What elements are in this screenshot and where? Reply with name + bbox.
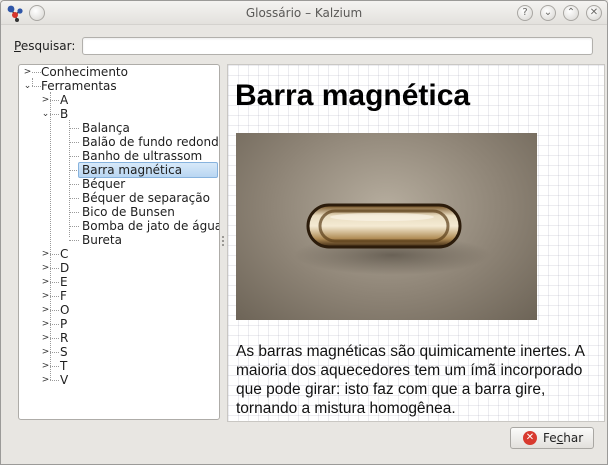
tree-connector [50, 380, 59, 381]
tree-item-b[interactable]: Banho de ultrassom [80, 149, 204, 163]
chevron-right-icon[interactable]: > [41, 331, 50, 345]
tree-connector [50, 352, 59, 353]
close-circle-icon: ✕ [523, 431, 537, 445]
tree-connector [69, 128, 79, 129]
chevron-down-icon[interactable]: ⌄ [41, 107, 50, 121]
tree-connector [69, 226, 79, 227]
chevron-right-icon[interactable]: > [41, 261, 50, 275]
tree-connector [50, 100, 59, 101]
tree-item-letter[interactable]: F [60, 289, 67, 303]
tree-guide-line [32, 78, 33, 86]
tree-connector [50, 254, 59, 255]
tree-connector [50, 310, 59, 311]
tree-item-b[interactable]: Béquer de separação [80, 191, 212, 205]
splitter-handle[interactable] [222, 236, 225, 248]
tree-item-letter[interactable]: R [60, 331, 68, 345]
chevron-right-icon[interactable]: > [41, 93, 50, 107]
magnetic-stir-bar-image [236, 133, 537, 320]
tree-item-conhecimento[interactable]: Conhecimento [41, 65, 128, 79]
tree-connector [50, 296, 59, 297]
tree-item-b[interactable]: Balança [80, 121, 132, 135]
tree-item-b[interactable]: Balão de fundo redondo [80, 135, 219, 149]
search-label: Pesquisar: [14, 39, 75, 53]
tree-connector [69, 184, 79, 185]
tree-item-b[interactable]: Béquer [80, 177, 127, 191]
minimize-button[interactable]: ⌄ [540, 5, 556, 21]
chevron-right-icon[interactable]: > [41, 247, 50, 261]
tree-item-letter[interactable]: P [60, 317, 67, 331]
search-input[interactable] [82, 37, 593, 55]
tree-item-letter[interactable]: T [60, 359, 67, 373]
maximize-button[interactable]: ⌃ [563, 5, 579, 21]
tree-guide-line [50, 92, 51, 380]
tree-guide-line [69, 120, 70, 237]
tree-connector [32, 72, 41, 73]
tree-connector [50, 324, 59, 325]
search-label-rest: esquisar: [20, 39, 76, 53]
glossary-window: Glossário – Kalzium ? ⌄ ⌃ ✕ Pesquisar: >… [0, 0, 608, 465]
tree-item-letter[interactable]: S [60, 345, 68, 359]
chevron-right-icon[interactable]: > [41, 289, 50, 303]
tree-item-letter[interactable]: O [60, 303, 69, 317]
tree-item-selected[interactable]: Barra magnética [78, 162, 218, 178]
close-button[interactable]: ✕ Fechar [510, 427, 594, 449]
tree-connector [50, 268, 59, 269]
tree-connector [69, 156, 79, 157]
chevron-right-icon[interactable]: > [23, 65, 32, 79]
entry-view: Barra magnética As barras magnéticas são… [227, 64, 605, 422]
tree-item-b[interactable]: Bureta [80, 233, 124, 247]
glossary-tree[interactable]: > Conhecimento ⌄ Ferramentas > A ⌄ B Bal… [18, 64, 220, 420]
tree-item-letter-a[interactable]: A [60, 93, 68, 107]
tree-connector [69, 142, 79, 143]
tree-item-b[interactable]: Bomba de jato de água [80, 219, 219, 233]
close-button-label: Fechar [543, 431, 583, 445]
title-bar[interactable]: Glossário – Kalzium ? ⌄ ⌃ ✕ [1, 1, 607, 25]
tree-item-b[interactable]: Bico de Bunsen [80, 205, 177, 219]
tree-item-letter[interactable]: V [60, 373, 68, 387]
stir-bar-illustration [294, 203, 490, 275]
tree-connector [50, 282, 59, 283]
tree-connector [69, 240, 79, 241]
chevron-right-icon[interactable]: > [41, 317, 50, 331]
close-label-part: Fe [543, 431, 557, 445]
chevron-down-icon[interactable]: ⌄ [23, 79, 32, 93]
tree-item-letter[interactable]: E [60, 275, 68, 289]
chevron-right-icon[interactable]: > [41, 303, 50, 317]
tree-connector [69, 198, 79, 199]
close-label-part: har [563, 431, 584, 445]
tree-item-letter[interactable]: D [60, 261, 69, 275]
chevron-right-icon[interactable]: > [41, 373, 50, 387]
tree-connector [32, 86, 41, 87]
tree-connector [50, 338, 59, 339]
tree-item-letter[interactable]: C [60, 247, 68, 261]
tree-connector [50, 114, 59, 115]
chevron-right-icon[interactable]: > [41, 275, 50, 289]
tree-item-ferramentas[interactable]: Ferramentas [41, 79, 117, 93]
tree-item-letter-b[interactable]: B [60, 107, 68, 121]
chevron-right-icon[interactable]: > [41, 345, 50, 359]
help-button[interactable]: ? [517, 5, 533, 21]
entry-description: As barras magnéticas são quimicamente in… [236, 343, 585, 417]
tree-connector [69, 212, 79, 213]
tree-connector [50, 366, 59, 367]
close-window-button[interactable]: ✕ [586, 5, 602, 21]
search-label-accel: P [14, 39, 21, 53]
entry-title: Barra magnética [235, 79, 471, 112]
chevron-right-icon[interactable]: > [41, 359, 50, 373]
